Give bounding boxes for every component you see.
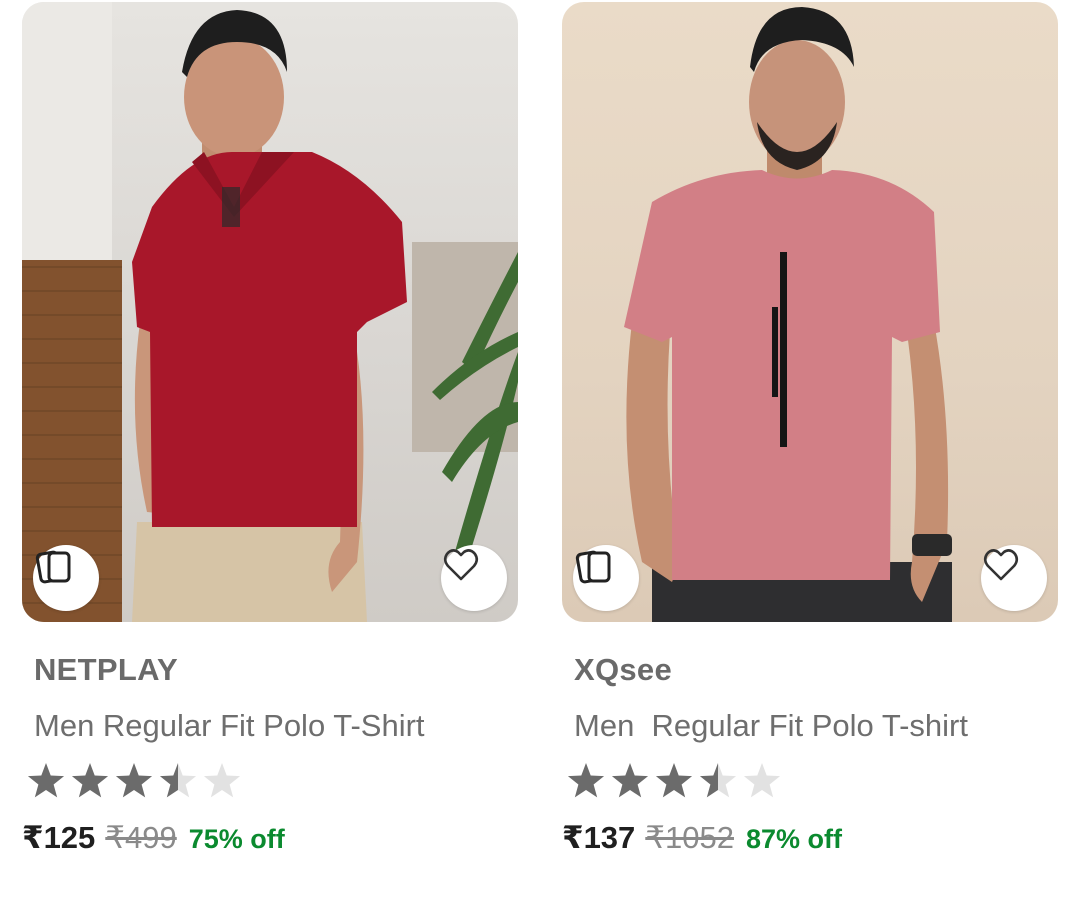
wishlist-button[interactable] (441, 545, 507, 611)
heart-outline-icon (443, 549, 479, 581)
compare-cards-icon (35, 550, 71, 584)
star-half-icon (159, 763, 197, 798)
price-row: ₹125 ₹499 75% off (22, 820, 285, 856)
product-grid: NETPLAY Men Regular Fit Polo T-Shirt ₹12… (0, 0, 1079, 900)
compare-button[interactable] (573, 545, 639, 611)
star-half-icon (699, 763, 737, 798)
product-card[interactable]: NETPLAY Men Regular Fit Polo T-Shirt ₹12… (22, 2, 518, 855)
product-image[interactable] (562, 2, 1058, 622)
sale-price: ₹137 (562, 820, 636, 855)
star-filled-icon (611, 763, 649, 798)
brand-name: XQsee (574, 652, 673, 687)
discount-badge: 87% off (745, 824, 843, 854)
compare-button[interactable] (33, 545, 99, 611)
product-photo-illustration (22, 2, 518, 622)
heart-outline-icon (983, 549, 1019, 581)
brand-name: NETPLAY (34, 652, 178, 687)
sale-price: ₹125 (22, 820, 96, 855)
star-empty-icon (743, 763, 781, 798)
compare-cards-icon (575, 550, 611, 584)
star-filled-icon (567, 763, 605, 798)
original-price: ₹1052 (645, 820, 734, 855)
rating-stars (24, 760, 254, 804)
product-title[interactable]: Men Regular Fit Polo T-shirt (574, 708, 968, 744)
wishlist-button[interactable] (981, 545, 1047, 611)
star-filled-icon (27, 763, 65, 798)
rating-stars (564, 760, 794, 804)
price-row: ₹137 ₹1052 87% off (562, 820, 842, 856)
product-card[interactable]: XQsee Men Regular Fit Polo T-shirt ₹137 … (562, 2, 1058, 855)
star-filled-icon (71, 763, 109, 798)
product-photo-illustration (624, 7, 952, 622)
star-filled-icon (655, 763, 693, 798)
original-price: ₹499 (105, 820, 177, 855)
product-image[interactable] (22, 2, 518, 622)
star-filled-icon (115, 763, 153, 798)
product-title[interactable]: Men Regular Fit Polo T-Shirt (34, 708, 425, 744)
discount-badge: 75% off (188, 824, 285, 854)
star-empty-icon (203, 763, 241, 798)
